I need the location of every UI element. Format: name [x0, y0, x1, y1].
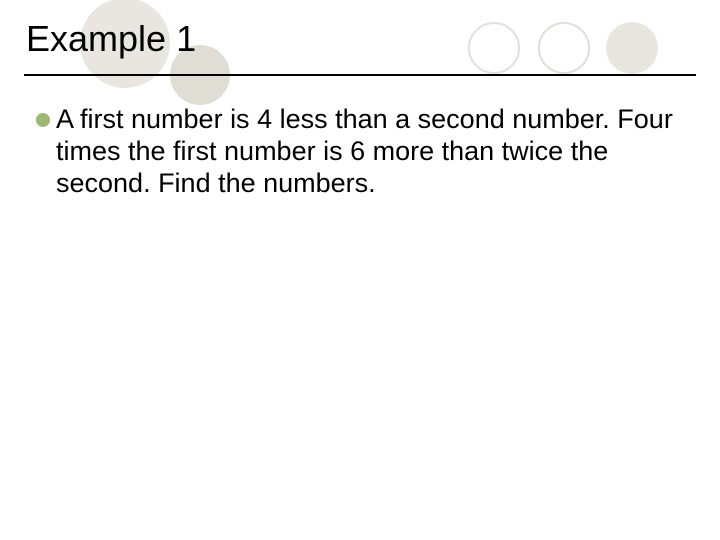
bullet-icon	[36, 113, 50, 127]
content-area: A first number is 4 less than a second n…	[0, 76, 720, 200]
bullet-text: A first number is 4 less than a second n…	[56, 104, 680, 200]
page-title: Example 1	[0, 0, 720, 60]
list-item: A first number is 4 less than a second n…	[36, 104, 680, 200]
